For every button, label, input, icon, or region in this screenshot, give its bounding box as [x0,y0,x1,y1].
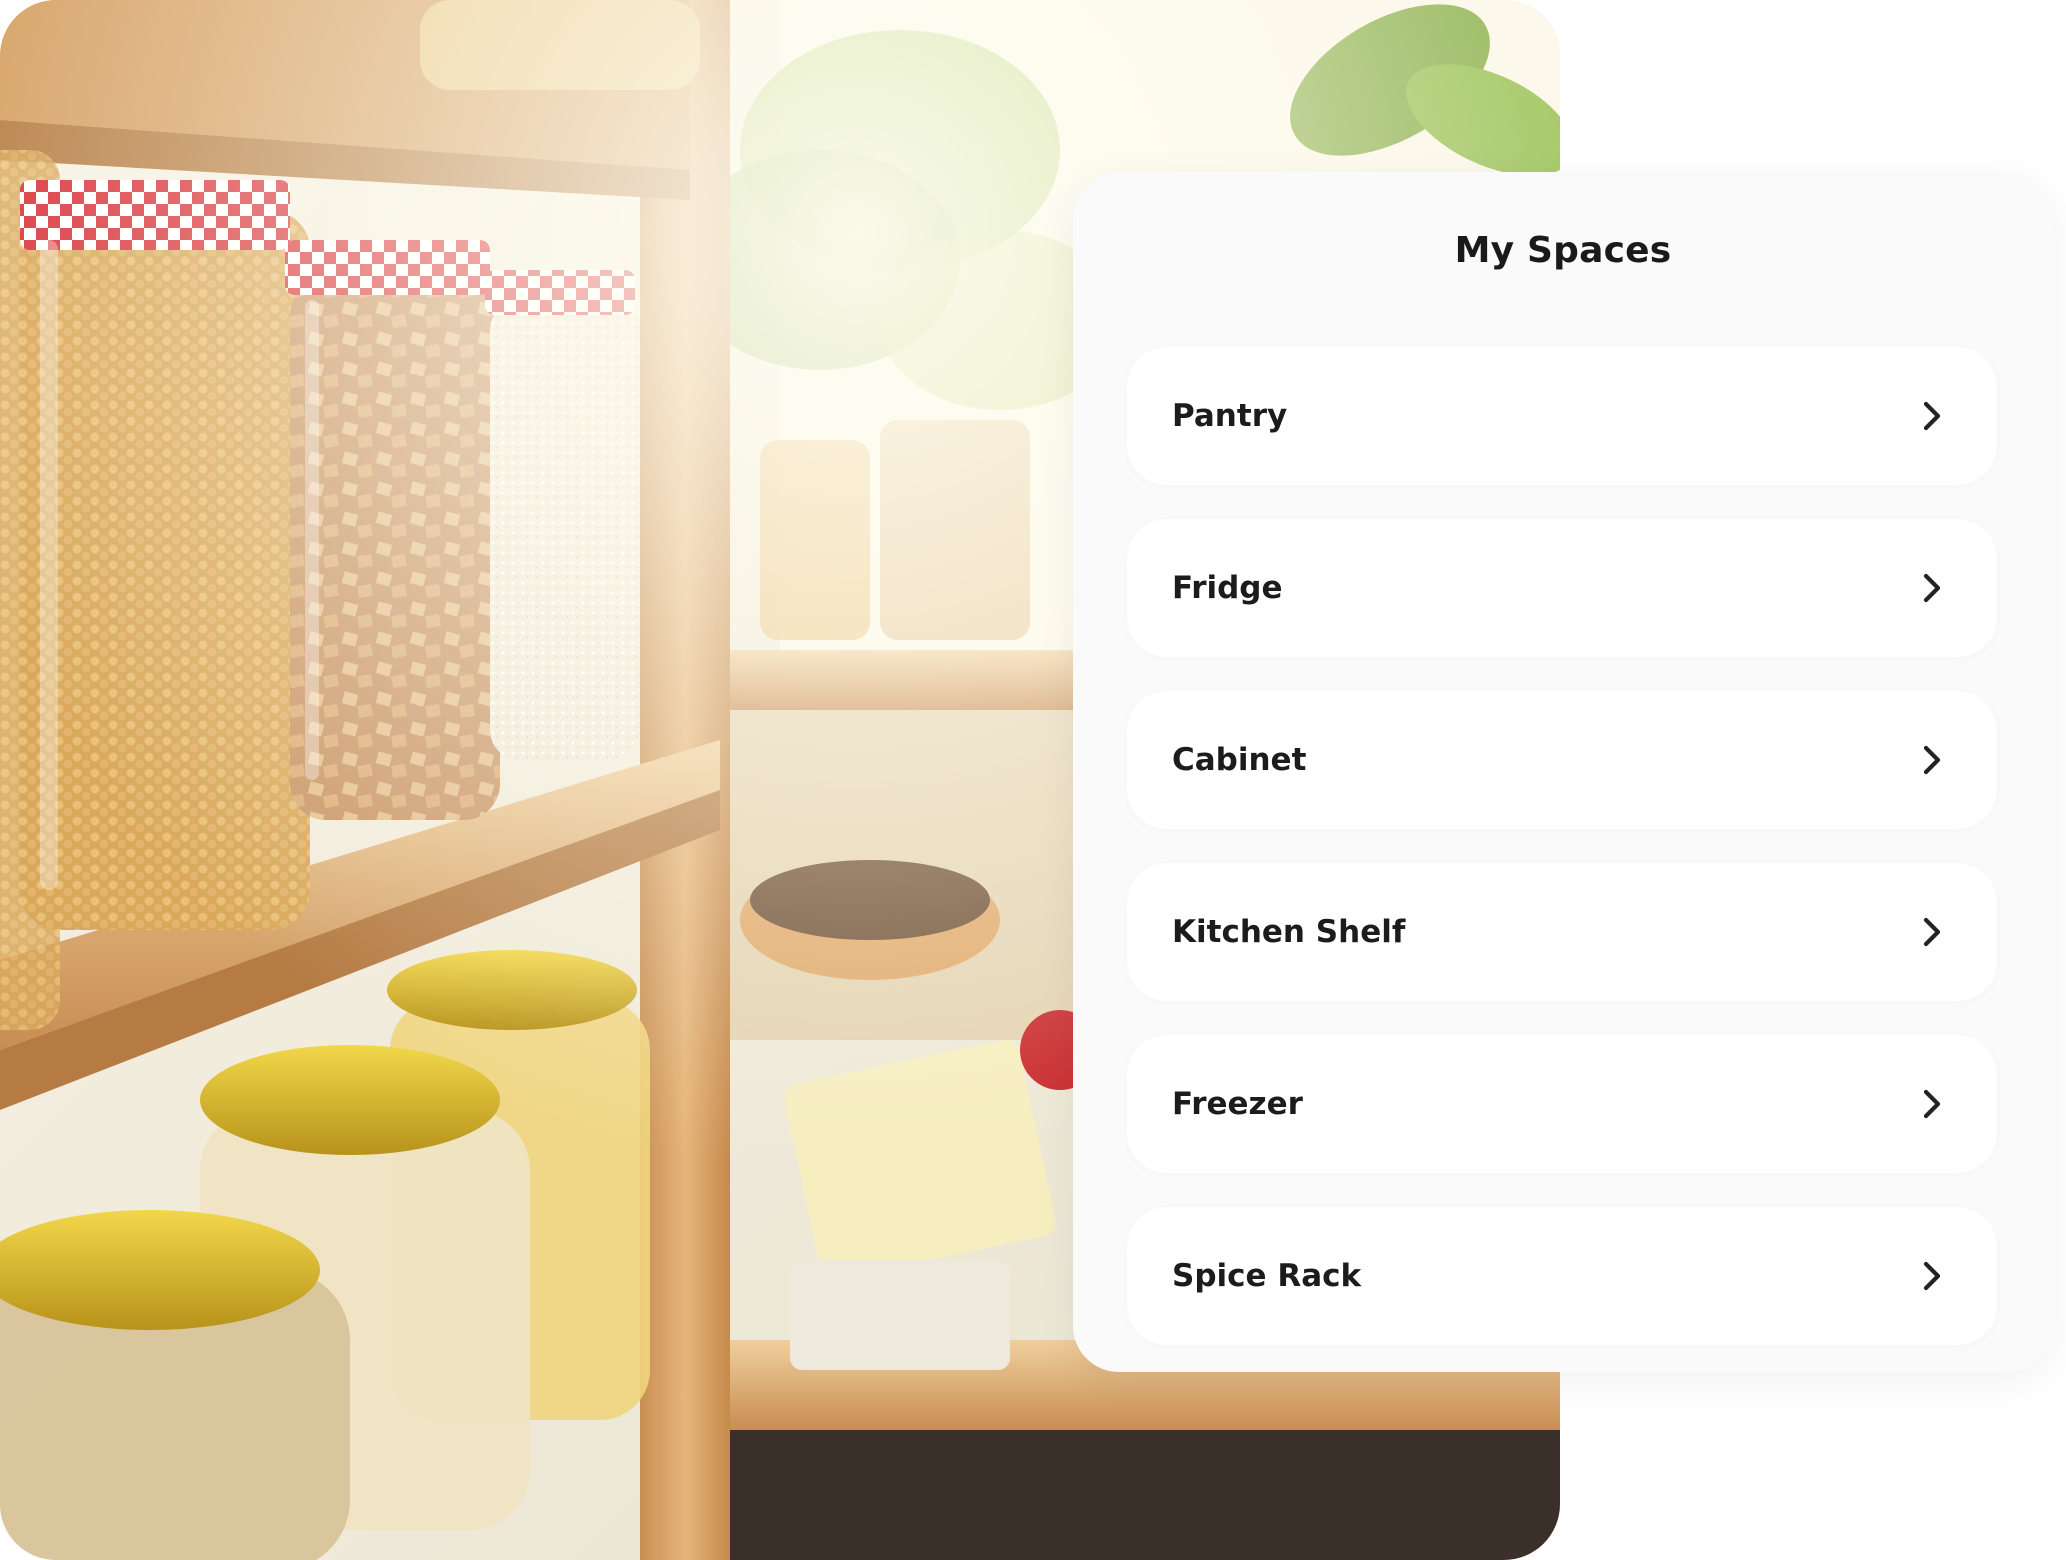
space-item-label: Kitchen Shelf [1172,914,1406,950]
space-item-label: Pantry [1172,398,1288,434]
space-item-pantry[interactable]: Pantry [1127,347,1997,485]
space-item-freezer[interactable]: Freezer [1127,1035,1997,1173]
space-item-kitchen-shelf[interactable]: Kitchen Shelf [1127,863,1997,1001]
space-item-label: Freezer [1172,1086,1303,1122]
chevron-right-icon [1919,1259,1945,1293]
chevron-right-icon [1919,1087,1945,1121]
space-item-label: Cabinet [1172,742,1307,778]
chevron-right-icon [1919,571,1945,605]
my-spaces-card: My Spaces Pantry Fridge Cabinet Kitchen … [1073,172,2053,1372]
space-item-fridge[interactable]: Fridge [1127,519,1997,657]
space-item-label: Fridge [1172,570,1283,606]
space-item-cabinet[interactable]: Cabinet [1127,691,1997,829]
card-title: My Spaces [1454,230,1672,271]
spaces-list: Pantry Fridge Cabinet Kitchen Shelf Free… [1127,347,1997,1379]
chevron-right-icon [1919,915,1945,949]
space-item-label: Spice Rack [1172,1258,1362,1294]
chevron-right-icon [1919,743,1945,777]
chevron-right-icon [1919,399,1945,433]
space-item-spice-rack[interactable]: Spice Rack [1127,1207,1997,1345]
